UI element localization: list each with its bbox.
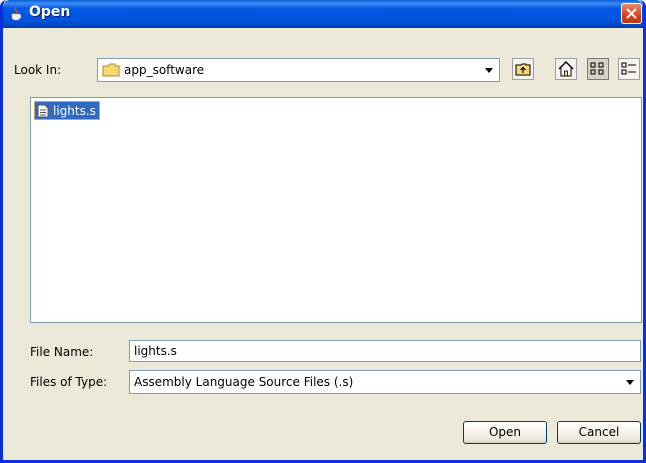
close-icon [626,8,637,19]
up-one-level-button[interactable] [512,58,534,80]
file-name-input[interactable]: lights.s [129,340,641,362]
list-item[interactable]: lights.s [34,101,100,120]
folder-icon [102,63,120,77]
file-name-label: File Name: [30,345,94,359]
open-button[interactable]: Open [463,421,547,444]
up-folder-icon [515,63,531,76]
look-in-value: app_software [124,63,205,77]
file-name-value: lights.s [134,344,177,358]
home-button[interactable] [555,58,577,80]
details-view-button[interactable] [618,58,640,80]
list-view-icon [590,62,604,75]
dropdown-arrow-icon [485,68,493,73]
window-title: Open [29,4,71,20]
close-button[interactable] [621,3,642,24]
file-list[interactable]: lights.s [30,97,642,323]
java-cup-icon [11,6,22,21]
file-name: lights.s [53,103,96,118]
file-type-combo[interactable]: Assembly Language Source Files (.s) [129,370,641,394]
look-in-label: Look In: [14,63,62,77]
cancel-button[interactable]: Cancel [557,421,641,444]
home-icon [558,61,574,77]
dropdown-arrow-icon [626,380,634,385]
title-bar[interactable]: Open [3,0,643,28]
file-type-label: Files of Type: [30,375,108,389]
details-view-icon [621,62,636,75]
open-dialog: Open Look In: app_software lights.s File… [0,0,646,463]
list-view-button[interactable] [587,58,609,80]
file-type-value: Assembly Language Source Files (.s) [134,375,354,389]
file-icon [37,104,49,117]
look-in-combo[interactable]: app_software [97,58,500,82]
